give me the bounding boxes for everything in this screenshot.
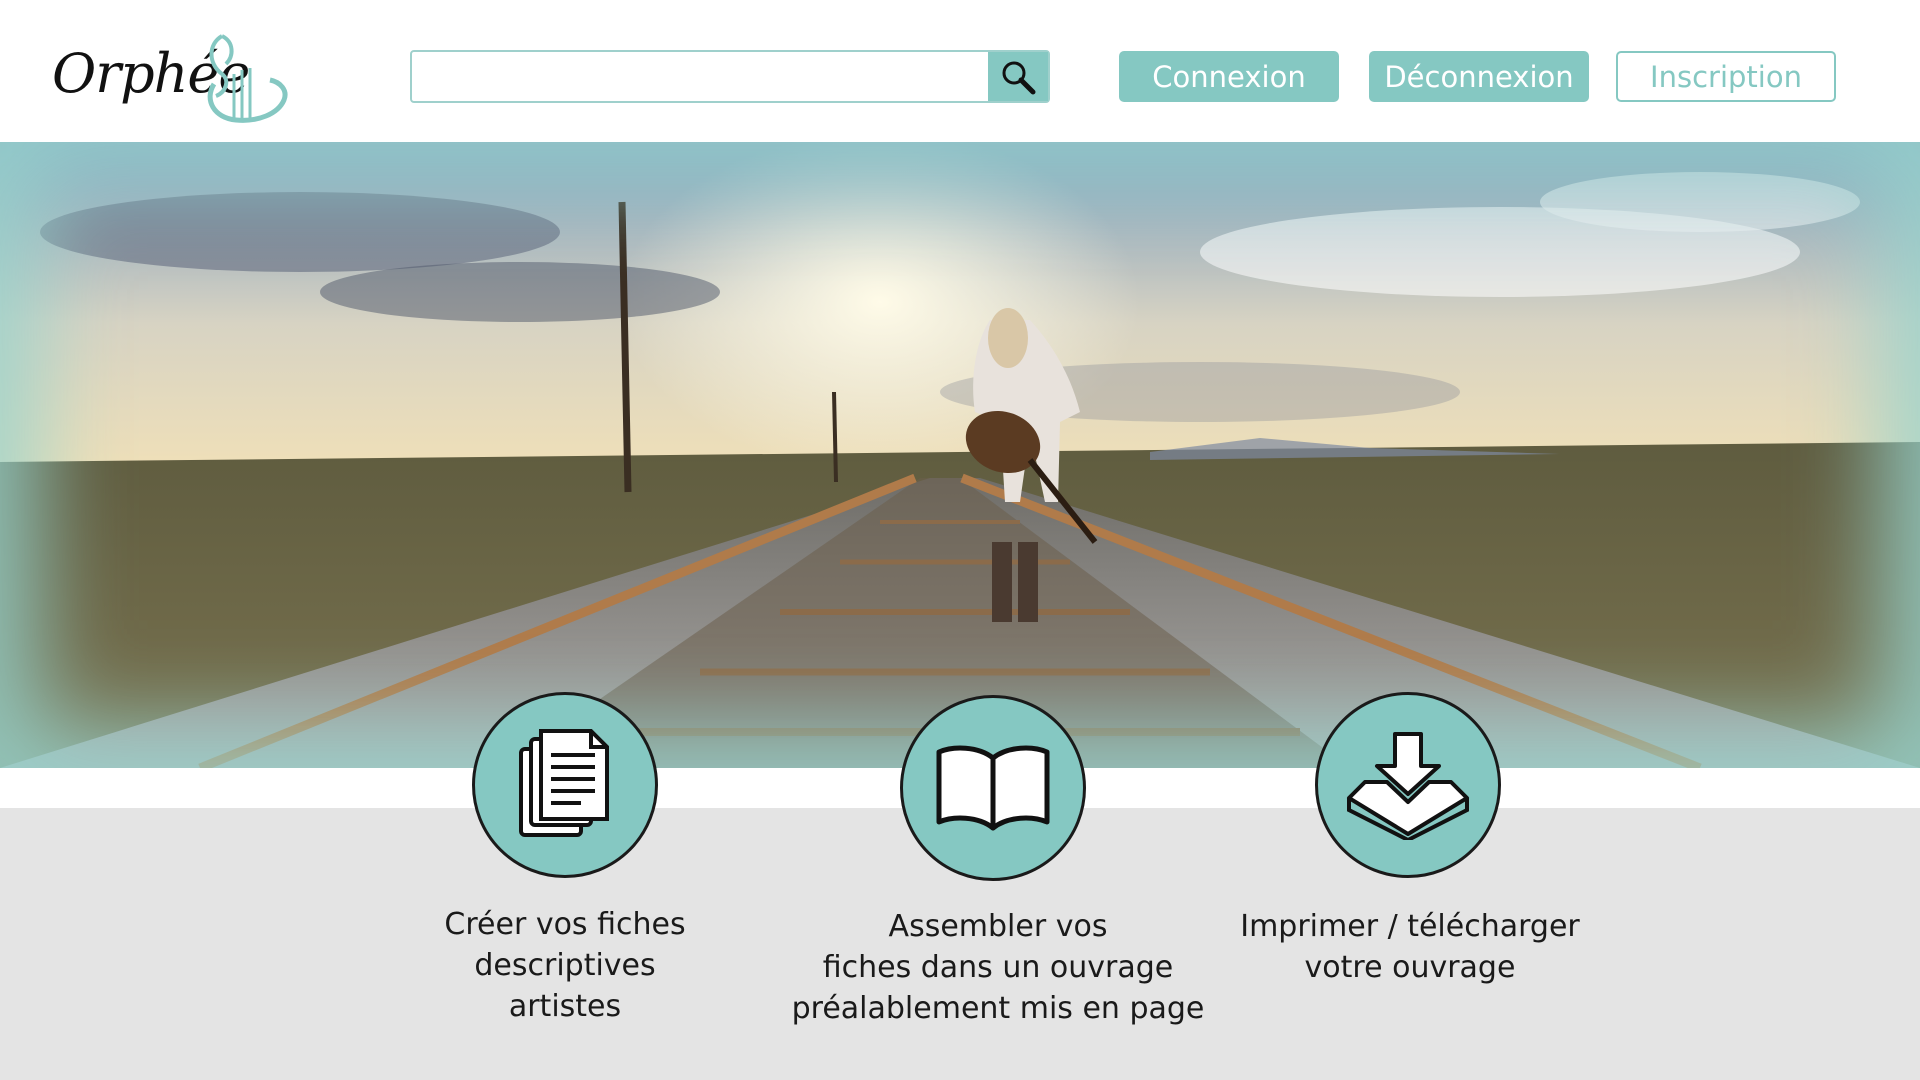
feature-line: Assembler vos: [888, 909, 1108, 944]
feature-line: Imprimer / télécharger: [1240, 909, 1580, 944]
feature-text: Imprimer / télécharger votre ouvrage: [1200, 906, 1620, 988]
logout-button[interactable]: Déconnexion: [1369, 51, 1589, 102]
search-bar: [410, 50, 1050, 103]
documents-icon: [519, 729, 609, 837]
feature-text: Créer vos fiches descriptives artistes: [355, 904, 775, 1027]
feature-line: artistes: [508, 989, 622, 1024]
feature-icon-circle: [472, 692, 658, 878]
open-book-icon: [936, 745, 1050, 831]
feature-icon-circle: [1315, 692, 1501, 878]
feature-line: préalablement mis en page: [791, 991, 1205, 1026]
hero-image: [0, 142, 1920, 768]
feature-line: descriptives: [474, 948, 656, 983]
feature-line: votre ouvrage: [1304, 950, 1516, 985]
download-icon: [1347, 732, 1469, 840]
feature-icon-circle: [900, 695, 1086, 881]
login-button[interactable]: Connexion: [1119, 51, 1339, 102]
header: Orphée Connexion Déconnexion Inscription: [0, 0, 1920, 142]
feature-line: Créer vos fiches: [444, 907, 686, 942]
logo[interactable]: Orphée: [52, 34, 302, 124]
register-button[interactable]: Inscription: [1616, 51, 1836, 102]
feature-text: Assembler vos fiches dans un ouvrage pré…: [788, 906, 1208, 1029]
feature-line: fiches dans un ouvrage: [822, 950, 1174, 985]
hero-banner: [0, 142, 1920, 768]
lyre-icon: [207, 34, 288, 123]
search-input[interactable]: [412, 52, 990, 101]
search-icon: [1002, 61, 1036, 94]
search-button[interactable]: [988, 52, 1048, 101]
